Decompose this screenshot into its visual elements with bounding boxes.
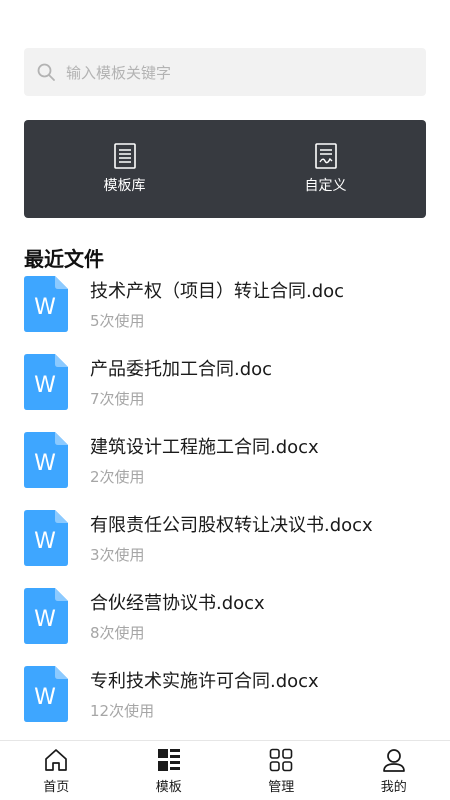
search-bar[interactable]: 输入模板关键字 (24, 48, 426, 96)
word-file-icon: W (24, 588, 68, 644)
word-file-icon: W (24, 666, 68, 722)
list-item[interactable]: W 专利技术实施许可合同.docx 12次使用 (0, 666, 450, 744)
file-usage-count: 3次使用 (90, 546, 145, 564)
svg-text:W: W (34, 529, 56, 554)
tab-template[interactable]: 模板 (113, 741, 226, 800)
recent-files-title: 最近文件 (24, 247, 104, 271)
file-usage-count: 7次使用 (90, 390, 145, 408)
list-item[interactable]: W 有限责任公司股权转让决议书.docx 3次使用 (0, 510, 450, 588)
search-placeholder: 输入模板关键字 (66, 63, 172, 82)
home-icon (45, 749, 68, 771)
file-name: 有限责任公司股权转让决议书.docx (90, 515, 373, 536)
file-usage-count: 12次使用 (90, 702, 155, 720)
file-name: 专利技术实施许可合同.docx (90, 671, 319, 692)
file-usage-count: 8次使用 (90, 624, 145, 642)
list-item[interactable]: W 技术产权（项目）转让合同.doc 5次使用 (0, 276, 450, 354)
word-file-icon: W (24, 276, 68, 332)
svg-text:W: W (34, 685, 56, 710)
word-file-icon: W (24, 354, 68, 410)
template-banner: 模板库 自定义 (24, 120, 426, 218)
search-icon (37, 63, 55, 81)
tab-mine-label: 我的 (380, 780, 407, 795)
file-name: 合伙经营协议书.docx (90, 593, 265, 614)
file-usage-count: 5次使用 (90, 312, 145, 330)
tab-template-label: 模板 (155, 780, 182, 795)
recent-files-list: W 技术产权（项目）转让合同.doc 5次使用 W 产品委托加工合同.doc 7… (0, 276, 450, 744)
file-usage-count: 2次使用 (90, 468, 145, 486)
file-name: 产品委托加工合同.doc (90, 359, 273, 380)
file-name: 建筑设计工程施工合同.docx (90, 437, 319, 458)
tab-home[interactable]: 首页 (0, 741, 113, 800)
svg-text:W: W (34, 373, 56, 398)
word-file-icon: W (24, 432, 68, 488)
word-file-icon: W (24, 510, 68, 566)
bottom-tab-bar: 首页 模板 管理 我的 (0, 740, 450, 800)
template-library-button[interactable]: 模板库 (24, 120, 225, 218)
svg-text:W: W (34, 295, 56, 320)
svg-text:W: W (34, 607, 56, 632)
tab-mine[interactable]: 我的 (338, 741, 450, 800)
list-item[interactable]: W 产品委托加工合同.doc 7次使用 (0, 354, 450, 432)
template-library-icon (113, 143, 136, 169)
template-icon (157, 749, 180, 771)
grid-manage-icon (269, 748, 293, 772)
tab-manage-label: 管理 (268, 780, 295, 795)
template-library-label: 模板库 (103, 178, 146, 194)
user-icon (382, 749, 405, 772)
file-name: 技术产权（项目）转让合同.doc (90, 281, 345, 302)
custom-document-icon (314, 143, 337, 169)
custom-button[interactable]: 自定义 (225, 120, 426, 218)
tab-home-label: 首页 (43, 780, 70, 795)
custom-label: 自定义 (304, 178, 347, 194)
tab-manage[interactable]: 管理 (225, 741, 338, 800)
svg-text:W: W (34, 451, 56, 476)
list-item[interactable]: W 建筑设计工程施工合同.docx 2次使用 (0, 432, 450, 510)
list-item[interactable]: W 合伙经营协议书.docx 8次使用 (0, 588, 450, 666)
